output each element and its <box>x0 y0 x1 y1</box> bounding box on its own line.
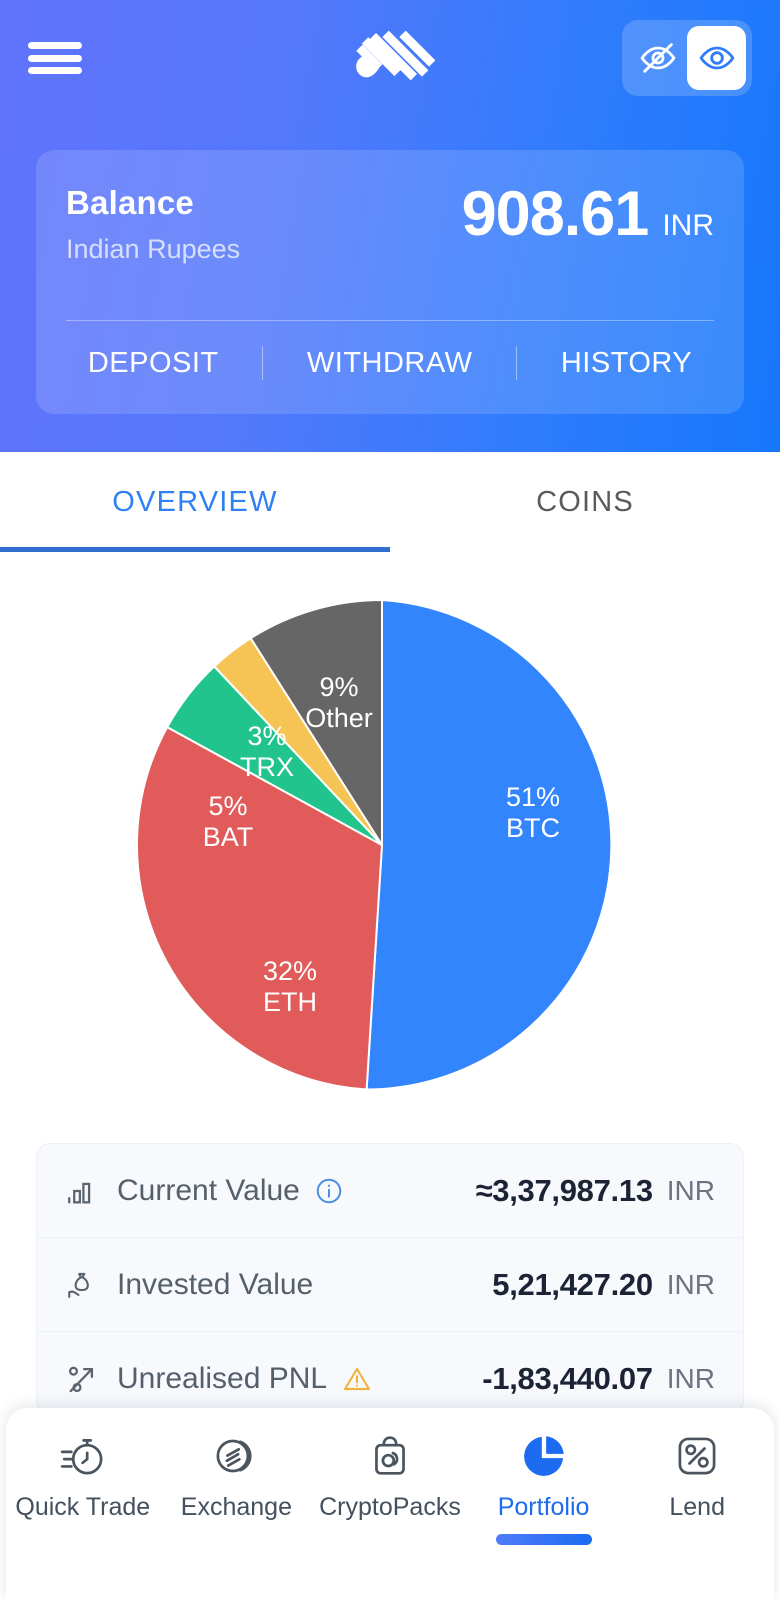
top-bar <box>0 0 780 118</box>
balance-visibility-toggle[interactable] <box>622 20 752 96</box>
stat-value-invested-value: 5,21,427.20 <box>492 1266 653 1302</box>
nav-label-exchange: Exchange <box>180 1493 292 1521</box>
stat-currency-invested-value: INR <box>666 1268 715 1300</box>
pie-label-eth-percent: 32% <box>262 956 318 986</box>
tab-overview[interactable]: OVERVIEW <box>0 452 390 552</box>
exchange-coins-icon <box>211 1428 261 1484</box>
portfolio-screen: Balance Indian Rupees 908.61 INR DEPOSIT… <box>0 0 780 1600</box>
pie-slice-btc[interactable] <box>365 598 613 1091</box>
pie-label-trx-name: TRX <box>240 752 294 782</box>
action-separator <box>516 346 518 380</box>
pie-label-eth: 32% ETH <box>235 956 345 1018</box>
balance-actions: DEPOSIT WITHDRAW HISTORY <box>66 346 714 380</box>
stat-value-current-value: ≈3,37,987.13 <box>475 1172 653 1208</box>
nav-item-lend[interactable]: Lend <box>620 1428 774 1522</box>
deposit-button[interactable]: DEPOSIT <box>88 347 219 380</box>
tab-coins[interactable]: COINS <box>390 452 780 552</box>
stat-label-unrealised-pnl: Unrealised PNL <box>117 1362 328 1395</box>
pie-chart-icon <box>518 1428 570 1484</box>
stat-label-current-value: Current Value <box>117 1173 300 1207</box>
action-separator <box>262 346 264 380</box>
bottom-navigation: Quick Trade Exchange CryptoPacks Portfol… <box>6 1408 774 1600</box>
hamburger-line <box>28 67 82 74</box>
portfolio-tabs: OVERVIEW COINS <box>0 452 780 552</box>
pie-label-btc-percent: 51% <box>505 782 561 812</box>
tab-coins-label: COINS <box>536 485 634 518</box>
warning-icon[interactable] <box>341 1363 373 1395</box>
nav-label-lend: Lend <box>669 1493 725 1521</box>
app-header: Balance Indian Rupees 908.61 INR DEPOSIT… <box>0 0 780 452</box>
portfolio-stats-card: Current Value ≈3,37,987.13 INR Invested … <box>36 1143 744 1415</box>
pie-label-bat: 5% BAT <box>174 791 282 853</box>
pie-label-bat-percent: 5% <box>208 791 248 821</box>
nav-active-indicator <box>495 1534 592 1545</box>
app-logo-icon <box>339 22 439 94</box>
table-row: Invested Value 5,21,427.20 INR <box>37 1238 743 1332</box>
pie-label-other-name: Other <box>305 703 373 733</box>
balance-currency: INR <box>662 209 714 242</box>
stat-value-unrealised-pnl: -1,83,440.07 <box>482 1361 653 1396</box>
hamburger-line <box>28 42 82 49</box>
hand-money-bag-icon <box>65 1268 113 1302</box>
tab-overview-label: OVERVIEW <box>112 485 278 518</box>
crypto-bag-icon <box>365 1428 415 1484</box>
hamburger-menu-icon[interactable] <box>28 36 82 80</box>
balance-divider <box>66 320 714 321</box>
pie-label-eth-name: ETH <box>263 987 317 1017</box>
pie-label-bat-name: BAT <box>202 822 254 852</box>
balance-card: Balance Indian Rupees 908.61 INR DEPOSIT… <box>36 150 744 414</box>
eye-icon[interactable] <box>687 26 746 90</box>
info-icon[interactable] <box>314 1176 344 1206</box>
tab-active-indicator <box>0 547 390 552</box>
percent-arrow-icon <box>65 1362 113 1396</box>
balance-title: Balance <box>66 184 194 221</box>
stat-currency-current-value: INR <box>666 1174 715 1206</box>
nav-item-quick-trade[interactable]: Quick Trade <box>6 1428 160 1522</box>
nav-label-cryptopacks: CryptoPacks <box>319 1493 461 1521</box>
nav-label-portfolio: Portfolio <box>497 1493 590 1521</box>
pie-label-btc: 51% BTC <box>478 782 588 844</box>
table-row: Unrealised PNL -1,83,440.07 INR <box>37 1332 743 1414</box>
balance-amount: 908.61 <box>461 179 650 249</box>
stat-label-invested-value: Invested Value <box>117 1267 314 1301</box>
nav-item-exchange[interactable]: Exchange <box>160 1428 314 1522</box>
hamburger-line <box>28 54 82 62</box>
history-button[interactable]: HISTORY <box>561 347 692 380</box>
pie-label-other-percent: 9% <box>319 672 359 702</box>
nav-item-portfolio[interactable]: Portfolio <box>467 1428 621 1545</box>
withdraw-button[interactable]: WITHDRAW <box>307 347 473 380</box>
balance-subtitle: Indian Rupees <box>66 234 241 264</box>
table-row: Current Value ≈3,37,987.13 INR <box>37 1144 743 1238</box>
eye-off-icon[interactable] <box>628 26 687 90</box>
nav-item-cryptopacks[interactable]: CryptoPacks <box>313 1428 467 1522</box>
stopwatch-icon <box>58 1428 108 1484</box>
stat-currency-unrealised-pnl: INR <box>666 1363 715 1394</box>
bar-chart-icon <box>65 1174 113 1208</box>
pie-label-btc-name: BTC <box>506 813 560 843</box>
nav-label-quick-trade: Quick Trade <box>15 1493 151 1521</box>
pie-chart-svg <box>136 598 613 1091</box>
pie-label-other: 9% Other <box>284 672 394 734</box>
portfolio-pie-chart: 51% BTC 32% ETH 5% BAT 3% TRX 9% Other <box>0 560 780 1120</box>
percent-box-icon <box>672 1428 722 1484</box>
